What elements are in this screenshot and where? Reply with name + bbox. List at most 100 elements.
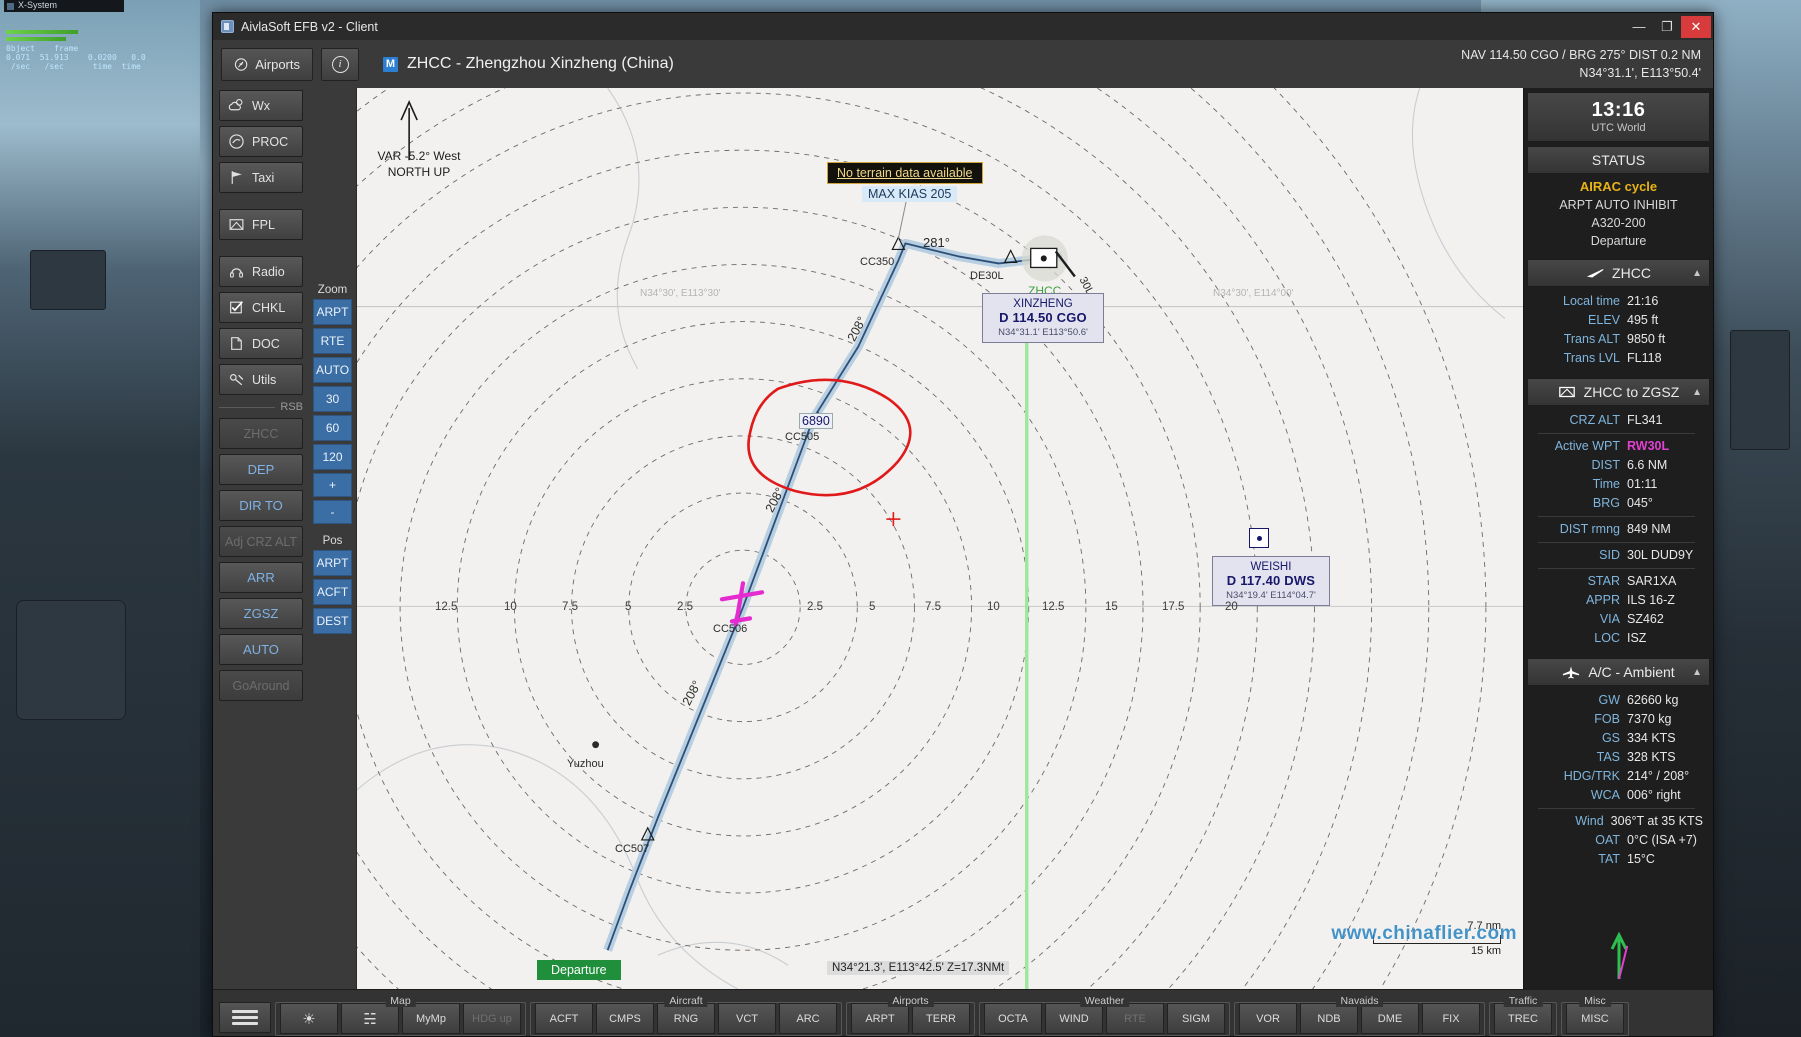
toolbar-group-navaids: Navaids VOR NDB DME FIX [1234,1002,1485,1036]
rsb-item-dir-to[interactable]: DIR TO [219,490,303,521]
sidebar-item-chkl[interactable]: CHKL [219,292,303,323]
info-button[interactable]: i [321,48,359,81]
hdg-up-button[interactable]: HDG up [463,1003,521,1034]
terr-button[interactable]: TERR [912,1003,970,1034]
toolbar-group-misc: Misc MISC [1561,1002,1629,1036]
brightness-icon[interactable]: ☀ [280,1003,338,1034]
zoom-60-button[interactable]: 60 [313,415,352,441]
sidebar-item-proc[interactable]: PROC [219,126,303,157]
rsb-item-zgsz[interactable]: ZGSZ [219,598,303,629]
rng-button[interactable]: RNG [657,1003,715,1034]
airport-section-header[interactable]: ZHCC ▲ [1527,259,1710,287]
row-value: SAR1XA [1627,572,1703,591]
row-tas: TAS328 KTS [1530,748,1703,767]
sidebar-item-wx[interactable]: Wx [219,90,303,121]
rsb-section-label: RSB [219,401,303,413]
acft-button[interactable]: ACFT [535,1003,593,1034]
rsb-item-dep[interactable]: DEP [219,454,303,485]
ring-label-left-5: 2.5 [677,601,693,613]
ring-label-right-5: 12.5 [1042,601,1064,613]
rsb-item-goaround[interactable]: GoAround [219,670,303,701]
pos-acft-button[interactable]: ACFT [313,579,352,605]
navaid-coords: N34°31.1' E113°50.6' [991,326,1095,340]
zoom-30-button[interactable]: 30 [313,386,352,412]
chevron-up-icon[interactable]: ▲ [1692,387,1702,398]
aircraft-type-label: A320-200 [1524,214,1713,232]
rsb-item-zhcc[interactable]: ZHCC [219,418,303,449]
max-kias-label: MAX KIAS 205 [862,186,957,202]
trec-button[interactable]: TREC [1494,1003,1552,1034]
arpt-button[interactable]: ARPT [851,1003,909,1034]
vct-button[interactable]: VCT [718,1003,776,1034]
close-button[interactable]: ✕ [1681,16,1711,38]
sigm-button[interactable]: SIGM [1167,1003,1225,1034]
sidebar-item-taxi[interactable]: Taxi [219,162,303,193]
document-icon [228,335,245,352]
group-label-misc: Misc [1579,995,1611,1007]
mymap-button[interactable]: MyMp [402,1003,460,1034]
cockpit-panel-b [16,600,126,720]
zoom-120-button[interactable]: 120 [313,444,352,470]
sidebar-item-utils[interactable]: Utils [219,364,303,395]
status-section-header[interactable]: STATUS [1527,146,1710,174]
cursor-coordinates: N34°21.3', E113°42.5' Z=17.3NMt [827,961,1009,975]
zoom-rte-button[interactable]: RTE [313,328,352,354]
row-trans-alt: Trans ALT9850 ft [1530,330,1703,349]
fix-button[interactable]: FIX [1422,1003,1480,1034]
wind-button[interactable]: WIND [1045,1003,1103,1034]
misc-button[interactable]: MISC [1566,1003,1624,1034]
navaid-box-weishi[interactable]: WEISHI D 117.40 DWS N34°19.4' E114°04.7' [1212,556,1330,606]
zoom-in-button[interactable]: + [313,473,352,497]
pos-label: Pos [309,535,356,547]
octa-button[interactable]: OCTA [984,1003,1042,1034]
orientation-mode: NORTH UP [373,164,465,180]
zoom-out-button[interactable]: - [313,500,352,524]
minimize-button[interactable]: — [1625,16,1653,38]
pos-arpt-button[interactable]: ARPT [313,550,352,576]
layers-icon[interactable]: ☵ [341,1003,399,1034]
row-dist-rmng: DIST rmng849 NM [1530,520,1703,539]
airport-title-group: M ZHCC - Zhengzhou Xinzheng (China) [383,55,674,73]
chevron-up-icon[interactable]: ▲ [1692,667,1702,678]
rsb-item-auto[interactable]: AUTO [219,634,303,665]
rsb-item-arr[interactable]: ARR [219,562,303,593]
airplane-icon [1562,665,1580,679]
ac-rows: GW62660 kg FOB7370 kg GS334 KTS TAS328 K… [1524,686,1713,875]
maximize-button[interactable]: ❐ [1653,16,1681,38]
rte-wx-button[interactable]: RTE [1106,1003,1164,1034]
ac-ambient-section-header[interactable]: A/C - Ambient ▲ [1527,658,1710,686]
route-section-header[interactable]: ZHCC to ZGSZ ▲ [1527,378,1710,406]
sidebar-item-radio[interactable]: Radio [219,256,303,287]
hamburger-menu-icon[interactable] [219,1002,271,1033]
ndb-button[interactable]: NDB [1300,1003,1358,1034]
dme-button[interactable]: DME [1361,1003,1419,1034]
arpt-auto-inhibit-label: ARPT AUTO INHIBIT [1524,196,1713,214]
zoom-auto-button[interactable]: AUTO [313,357,352,383]
pos-dest-button[interactable]: DEST [313,608,352,634]
clock-time: 13:16 [1528,99,1709,122]
info-icon: i [332,56,349,73]
ring-label-right-2: 5 [869,601,875,613]
vor-button[interactable]: VOR [1239,1003,1297,1034]
chevron-up-icon[interactable]: ▲ [1692,268,1702,279]
row-hdg-trk: HDG/TRK214° / 208° [1530,767,1703,786]
rsb-item-label: DIR TO [239,498,283,513]
xsystem-stats: 0bject frame 0.071 51.913 0.0200 0.0 /se… [6,44,146,71]
waypoint-label-cc350: CC350 [860,256,894,268]
rsb-item-adj-crz-alt[interactable]: Adj CRZ ALT [219,526,303,557]
rsb-item-label: Adj CRZ ALT [225,535,297,549]
arc-button[interactable]: ARC [779,1003,837,1034]
ring-label-left-4: 5 [625,601,631,613]
sidebar-item-fpl[interactable]: FPL [219,209,303,240]
sidebar-item-doc[interactable]: DOC [219,328,303,359]
airports-button[interactable]: Airports [221,48,313,81]
fps-bar-2 [6,37,66,41]
city-label-yuzhou: Yuzhou [567,758,604,770]
departure-plane-icon [1586,266,1604,280]
navaid-box-xinzheng[interactable]: XINZHENG D 114.50 CGO N34°31.1' E113°50.… [982,293,1104,343]
row-key: GW [1598,691,1620,710]
row-key: CRZ ALT [1570,411,1620,430]
cmps-button[interactable]: CMPS [596,1003,654,1034]
map-canvas[interactable]: VAR -5.2° West NORTH UP No terrain data … [356,88,1523,989]
zoom-arpt-button[interactable]: ARPT [313,299,352,325]
